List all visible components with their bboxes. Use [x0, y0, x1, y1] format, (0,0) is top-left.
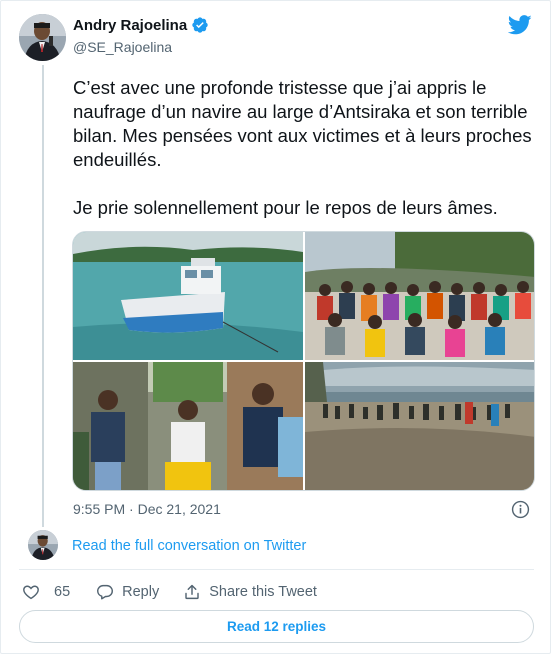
info-icon[interactable] — [511, 500, 530, 519]
author-name[interactable]: Andry Rajoelina — [73, 17, 187, 34]
author-handle[interactable]: @SE_Rajoelina — [73, 39, 172, 55]
tweet-text-paragraph: Je prie solennellement pour le repos de … — [73, 197, 498, 218]
boat-photo[interactable] — [73, 232, 303, 360]
reply-icon — [97, 584, 114, 600]
like-count: 65 — [54, 584, 71, 600]
avatar[interactable] — [19, 14, 66, 61]
avatar-small[interactable] — [28, 530, 58, 560]
action-bar: 65 Reply Share this Tweet — [22, 581, 317, 603]
officials-photo[interactable] — [73, 362, 303, 490]
reply-label: Reply — [122, 584, 160, 600]
tweet-embed: Andry Rajoelina @SE_Rajoelina C’est avec… — [0, 0, 551, 654]
share-icon — [185, 584, 199, 600]
author-name-row[interactable]: Andry Rajoelina — [73, 16, 209, 34]
twitter-bird-icon[interactable] — [508, 15, 532, 35]
heart-icon — [23, 585, 39, 600]
beach-photo[interactable] — [305, 362, 534, 490]
tweet-text-paragraph: C’est avec une profonde tristesse que j’… — [73, 77, 532, 170]
share-label: Share this Tweet — [209, 584, 317, 600]
like-button[interactable]: 65 — [22, 583, 70, 601]
crowd-photo[interactable] — [305, 232, 534, 360]
read-conversation-link[interactable]: Read the full conversation on Twitter — [72, 538, 306, 554]
share-button[interactable]: Share this Tweet — [183, 583, 317, 601]
verified-badge-icon — [192, 17, 208, 33]
reply-button[interactable]: Reply — [96, 583, 159, 601]
divider — [19, 569, 534, 570]
thread-line — [42, 65, 44, 527]
read-replies-button[interactable]: Read 12 replies — [19, 610, 534, 643]
photo-grid — [72, 231, 535, 491]
tweet-timestamp[interactable]: 9:55 PM · Dec 21, 2021 — [73, 501, 221, 517]
